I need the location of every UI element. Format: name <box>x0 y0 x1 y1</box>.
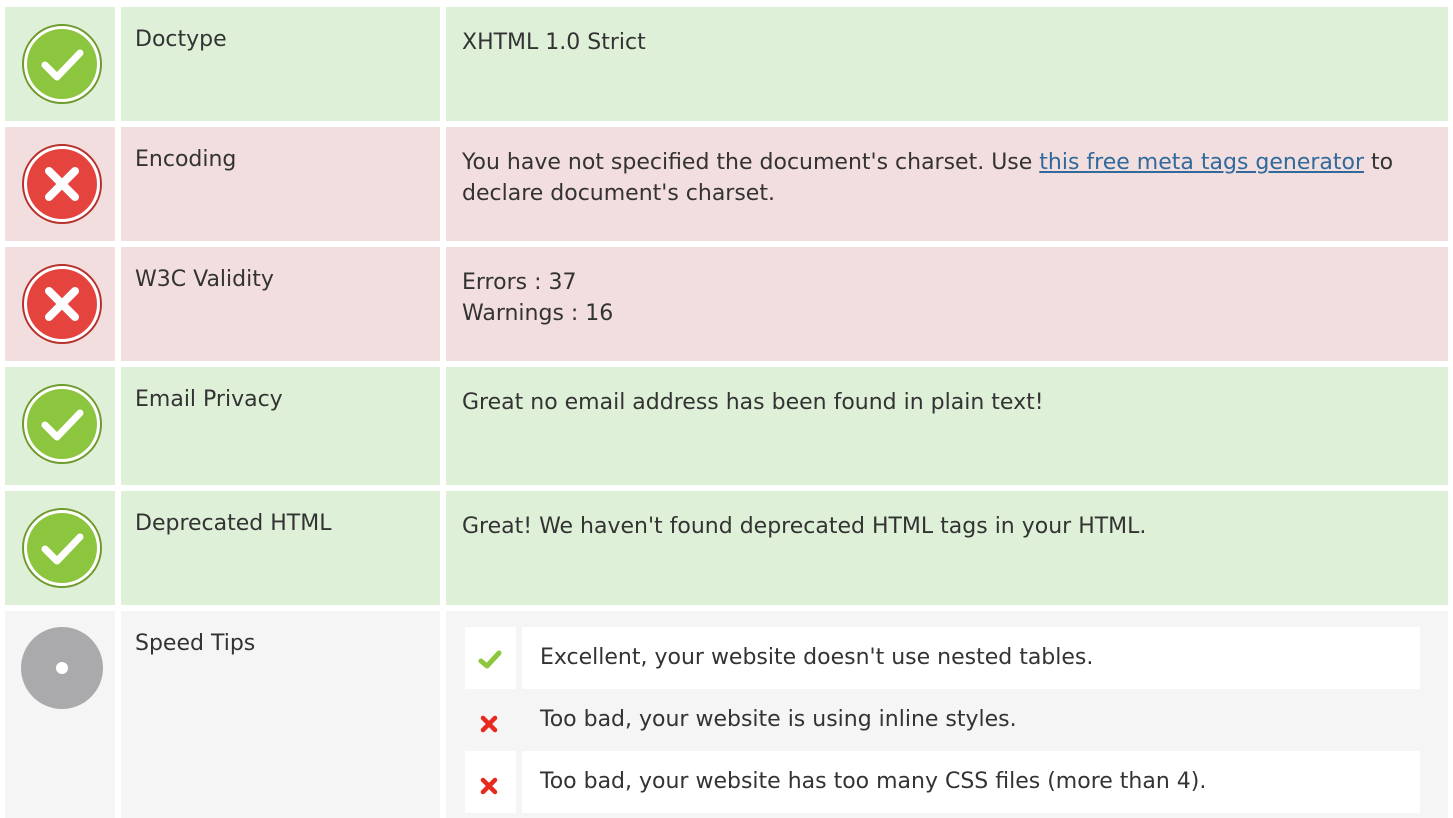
speed-tip-item: Too bad, your website is using inline st… <box>465 689 1420 751</box>
speed-tip-text: Excellent, your website doesn't use nest… <box>522 627 1420 689</box>
row-label: Deprecated HTML <box>121 491 440 605</box>
row-value: You have not specified the document's ch… <box>446 127 1448 241</box>
cross-icon <box>480 773 498 804</box>
row-value: Great! We haven't found deprecated HTML … <box>446 491 1448 605</box>
warnings-count: Warnings : 16 <box>462 301 614 326</box>
cross-icon <box>480 711 498 742</box>
report-row-w3c-validity: W3C Validity Errors : 37 Warnings : 16 <box>0 247 1453 361</box>
speed-tips-list: Excellent, your website doesn't use nest… <box>465 627 1420 813</box>
info-dot-icon <box>21 627 103 709</box>
row-label: Speed Tips <box>121 611 440 818</box>
row-label: W3C Validity <box>121 247 440 361</box>
report-row-encoding: Encoding You have not specified the docu… <box>0 127 1453 241</box>
pass-check-icon <box>21 383 103 465</box>
encoding-text-before: You have not specified the document's ch… <box>462 150 1040 175</box>
errors-count: Errors : 37 <box>462 270 577 295</box>
row-label: Doctype <box>121 7 440 121</box>
speed-tip-text: Too bad, your website is using inline st… <box>522 689 1420 751</box>
row-value: Errors : 37 Warnings : 16 <box>446 247 1448 361</box>
report-row-speed-tips: Speed Tips Excellent, your website doesn… <box>0 611 1453 818</box>
seo-report: Doctype XHTML 1.0 Strict Encoding You ha… <box>0 0 1453 818</box>
meta-tags-generator-link[interactable]: this free meta tags generator <box>1039 150 1364 175</box>
pass-check-icon <box>21 23 103 105</box>
fail-cross-icon <box>21 263 103 345</box>
row-value: XHTML 1.0 Strict <box>446 7 1448 121</box>
fail-cross-icon <box>21 143 103 225</box>
report-row-email-privacy: Email Privacy Great no email address has… <box>0 367 1453 485</box>
speed-tip-item: Too bad, your website has too many CSS f… <box>465 751 1420 813</box>
row-label: Email Privacy <box>121 367 440 485</box>
row-value: Great no email address has been found in… <box>446 367 1448 485</box>
report-row-deprecated-html: Deprecated HTML Great! We haven't found … <box>0 491 1453 605</box>
pass-check-icon <box>21 507 103 589</box>
speed-tips-panel: Excellent, your website doesn't use nest… <box>446 611 1448 818</box>
speed-tip-text: Too bad, your website has too many CSS f… <box>522 751 1420 813</box>
speed-tip-item: Excellent, your website doesn't use nest… <box>465 627 1420 689</box>
report-row-doctype: Doctype XHTML 1.0 Strict <box>0 7 1453 121</box>
check-icon <box>478 648 502 679</box>
row-label: Encoding <box>121 127 440 241</box>
